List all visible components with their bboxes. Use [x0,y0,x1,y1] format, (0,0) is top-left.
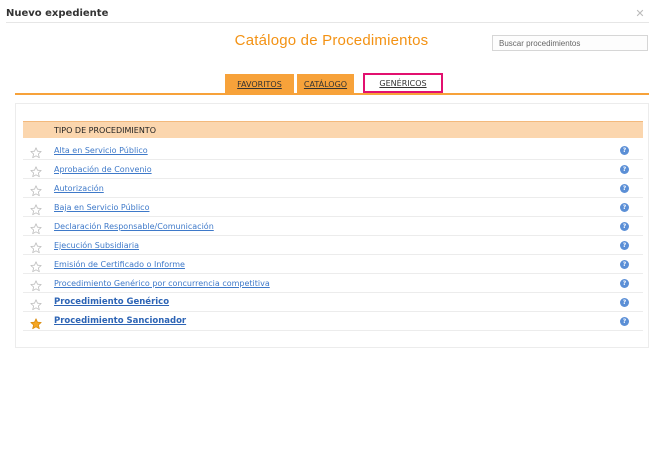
star-outline-icon[interactable] [30,239,42,254]
procedures-panel: TIPO DE PROCEDIMIENTO Alta en Servicio P… [15,103,649,348]
help-icon[interactable]: ? [620,260,629,269]
tab-underline [15,93,649,95]
table-row: Aprobación de Convenio? [23,160,643,179]
tab-catalogo[interactable]: CATÁLOGO [297,74,354,94]
procedure-list: Alta en Servicio Público? Aprobación de C… [23,141,643,331]
table-row: Alta en Servicio Público? [23,141,643,160]
procedure-link[interactable]: Procedimiento Genérico [54,293,169,312]
help-icon[interactable]: ? [620,298,629,307]
table-row: Procedimiento Genérico por concurrencia … [23,274,643,293]
procedure-link[interactable]: Baja en Servicio Público [54,198,149,217]
star-filled-icon[interactable] [30,315,42,330]
table-row: Declaración Responsable/Comunicación? [23,217,643,236]
star-outline-icon[interactable] [30,163,42,178]
help-icon[interactable]: ? [620,203,629,212]
table-row: Baja en Servicio Público? [23,198,643,217]
title-divider [6,22,649,23]
procedure-link[interactable]: Alta en Servicio Público [54,141,148,160]
table-row: Emisión de Certificado o Informe? [23,255,643,274]
tab-favoritos[interactable]: FAVORITOS [225,74,294,94]
procedure-link[interactable]: Procedimiento Sancionador [54,312,186,331]
procedure-link[interactable]: Ejecución Subsidiaria [54,236,139,255]
tab-genericos[interactable]: GENÉRICOS [363,73,443,93]
star-outline-icon[interactable] [30,201,42,216]
table-row: Procedimiento Sancionador? [23,312,643,331]
table-row: Ejecución Subsidiaria? [23,236,643,255]
search-input[interactable] [492,35,648,51]
help-icon[interactable]: ? [620,146,629,155]
procedure-link[interactable]: Declaración Responsable/Comunicación [54,217,214,236]
star-outline-icon[interactable] [30,220,42,235]
procedure-link[interactable]: Autorización [54,179,104,198]
procedure-link[interactable]: Emisión de Certificado o Informe [54,255,185,274]
table-header: TIPO DE PROCEDIMIENTO [23,121,643,138]
help-icon[interactable]: ? [620,184,629,193]
help-icon[interactable]: ? [620,222,629,231]
help-icon[interactable]: ? [620,317,629,326]
star-outline-icon[interactable] [30,144,42,159]
star-outline-icon[interactable] [30,182,42,197]
close-icon[interactable]: ✕ [635,8,645,19]
help-icon[interactable]: ? [620,165,629,174]
dialog-title: Nuevo expediente [6,8,109,19]
catalog-title-text: Catálogo de Procedimientos [234,32,429,49]
help-icon[interactable]: ? [620,241,629,250]
star-outline-icon[interactable] [30,296,42,311]
procedure-link[interactable]: Aprobación de Convenio [54,160,152,179]
help-icon[interactable]: ? [620,279,629,288]
star-outline-icon[interactable] [30,277,42,292]
star-outline-icon[interactable] [30,258,42,273]
table-row: Procedimiento Genérico? [23,293,643,312]
table-row: Autorización? [23,179,643,198]
procedure-link[interactable]: Procedimiento Genérico por concurrencia … [54,274,270,293]
